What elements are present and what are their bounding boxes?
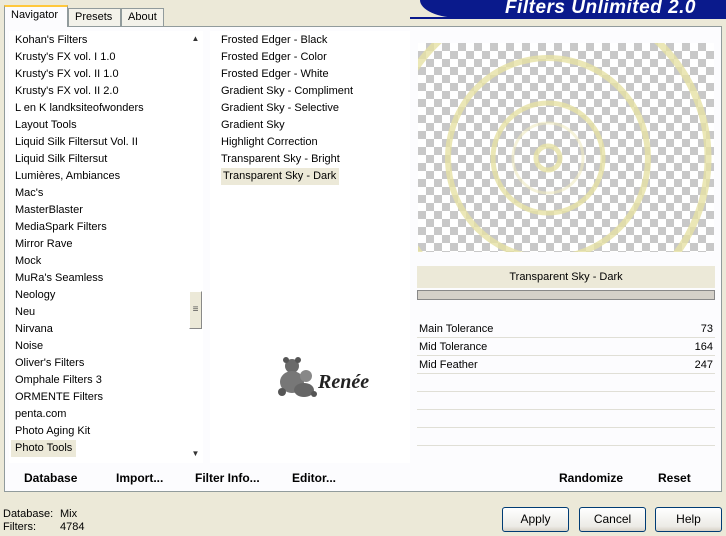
cancel-button[interactable]: Cancel (579, 507, 646, 532)
category-item[interactable]: Nirvana (15, 321, 53, 338)
category-item[interactable]: Noise (15, 338, 43, 355)
tab-about-label: About (128, 11, 157, 23)
filter-item[interactable]: Frosted Edger - Color (221, 49, 327, 66)
category-item[interactable]: Neology (15, 287, 55, 304)
filter-item[interactable]: Frosted Edger - White (221, 66, 329, 83)
param-label: Mid Feather (419, 359, 478, 371)
category-item[interactable]: MediaSpark Filters (15, 219, 107, 236)
help-button[interactable]: Help (655, 507, 722, 532)
category-item-selected[interactable]: Photo Tools (11, 440, 77, 457)
app-title: Filters Unlimited 2.0 (504, 0, 696, 18)
editor-button[interactable]: Editor... (292, 469, 336, 487)
filter-item[interactable]: Highlight Correction (221, 134, 318, 151)
status-filters-value: 4784 (60, 521, 85, 533)
import-button[interactable]: Import... (116, 469, 163, 487)
filter-item[interactable]: Gradient Sky - Compliment (221, 83, 353, 100)
category-item[interactable]: Liquid Silk Filtersut (15, 151, 107, 168)
category-item[interactable]: Krusty's FX vol. I 1.0 (15, 49, 116, 66)
param-label: Main Tolerance (419, 323, 494, 335)
filter-item[interactable]: Frosted Edger - Black (221, 32, 327, 49)
filter-item[interactable]: Gradient Sky - Selective (221, 100, 339, 117)
category-item[interactable]: L en K landksiteofwonders (15, 100, 144, 117)
category-item[interactable]: MuRa's Seamless (15, 270, 103, 287)
category-item[interactable]: Oliver's Filters (15, 355, 84, 372)
category-item[interactable]: Mirror Rave (15, 236, 72, 253)
category-item[interactable]: Omphale Filters 3 (15, 372, 102, 389)
filter-item[interactable]: Gradient Sky (221, 117, 285, 134)
tab-about[interactable]: About (121, 8, 164, 26)
category-item[interactable]: Mock (15, 253, 41, 270)
status-database-label: Database: (3, 508, 54, 520)
filter-item-selected[interactable]: Transparent Sky - Dark (221, 168, 340, 185)
param-empty-row (417, 374, 715, 392)
status-filters-label: Filters: (3, 521, 36, 533)
param-value: 73 (700, 323, 713, 335)
tab-presets[interactable]: Presets (68, 8, 121, 26)
category-item[interactable]: Lumières, Ambiances (15, 168, 120, 185)
scroll-down-icon[interactable]: ▼ (188, 448, 203, 460)
param-mid-tolerance[interactable]: Mid Tolerance 164 (417, 338, 715, 356)
status-database: Database: Mix (3, 508, 77, 521)
status-filters: Filters: 4784 (3, 521, 84, 534)
preview-image (418, 43, 714, 252)
status-database-value: Mix (60, 508, 78, 520)
scroll-up-icon[interactable]: ▲ (188, 33, 203, 45)
param-value: 164 (694, 341, 713, 353)
category-item[interactable]: Photo Aging Kit (15, 423, 90, 440)
category-scrollbar[interactable]: ▲ ≡ ▼ (188, 31, 203, 463)
param-mid-feather[interactable]: Mid Feather 247 (417, 356, 715, 374)
category-item[interactable]: MasterBlaster (15, 202, 83, 219)
banner-underline (410, 17, 726, 19)
apply-button[interactable]: Apply (502, 507, 569, 532)
scroll-thumb[interactable]: ≡ (189, 291, 202, 329)
database-button[interactable]: Database (24, 469, 77, 487)
param-empty-row (417, 428, 715, 446)
category-item[interactable]: ORMENTE Filters (15, 389, 103, 406)
category-item[interactable]: Kohan's Filters (15, 32, 87, 49)
author-logo: Renée (274, 352, 374, 402)
logo-text: Renée (317, 371, 369, 393)
category-item[interactable]: penta.com (15, 406, 66, 423)
category-item[interactable]: Mac's (15, 185, 43, 202)
tab-navigator[interactable]: Navigator (4, 5, 68, 27)
preview-rings (418, 43, 712, 252)
app-banner: Filters Unlimited 2.0 (420, 0, 726, 18)
progress-bar (417, 290, 715, 300)
category-list[interactable]: Kohan's Filters Krusty's FX vol. I 1.0 K… (9, 31, 203, 463)
teddy-bear-icon: Renée (278, 357, 369, 397)
tab-presets-label: Presets (75, 11, 113, 23)
filter-item[interactable]: Transparent Sky - Bright (221, 151, 340, 168)
filter-info-button[interactable]: Filter Info... (195, 469, 260, 487)
randomize-button[interactable]: Randomize (559, 469, 623, 487)
tab-navigator-label: Navigator (11, 9, 59, 21)
category-item[interactable]: Neu (15, 304, 35, 321)
category-item[interactable]: Layout Tools (15, 117, 77, 134)
category-item[interactable]: Liquid Silk Filtersut Vol. II (15, 134, 138, 151)
category-item[interactable]: Krusty's FX vol. II 1.0 (15, 66, 119, 83)
reset-button[interactable]: Reset (658, 469, 691, 487)
param-empty-row (417, 410, 715, 428)
category-item[interactable]: Krusty's FX vol. II 2.0 (15, 83, 119, 100)
param-main-tolerance[interactable]: Main Tolerance 73 (417, 320, 715, 338)
param-empty-row (417, 392, 715, 410)
current-filter-title: Transparent Sky - Dark (417, 266, 715, 288)
param-value: 247 (694, 359, 713, 371)
param-label: Mid Tolerance (419, 341, 488, 353)
